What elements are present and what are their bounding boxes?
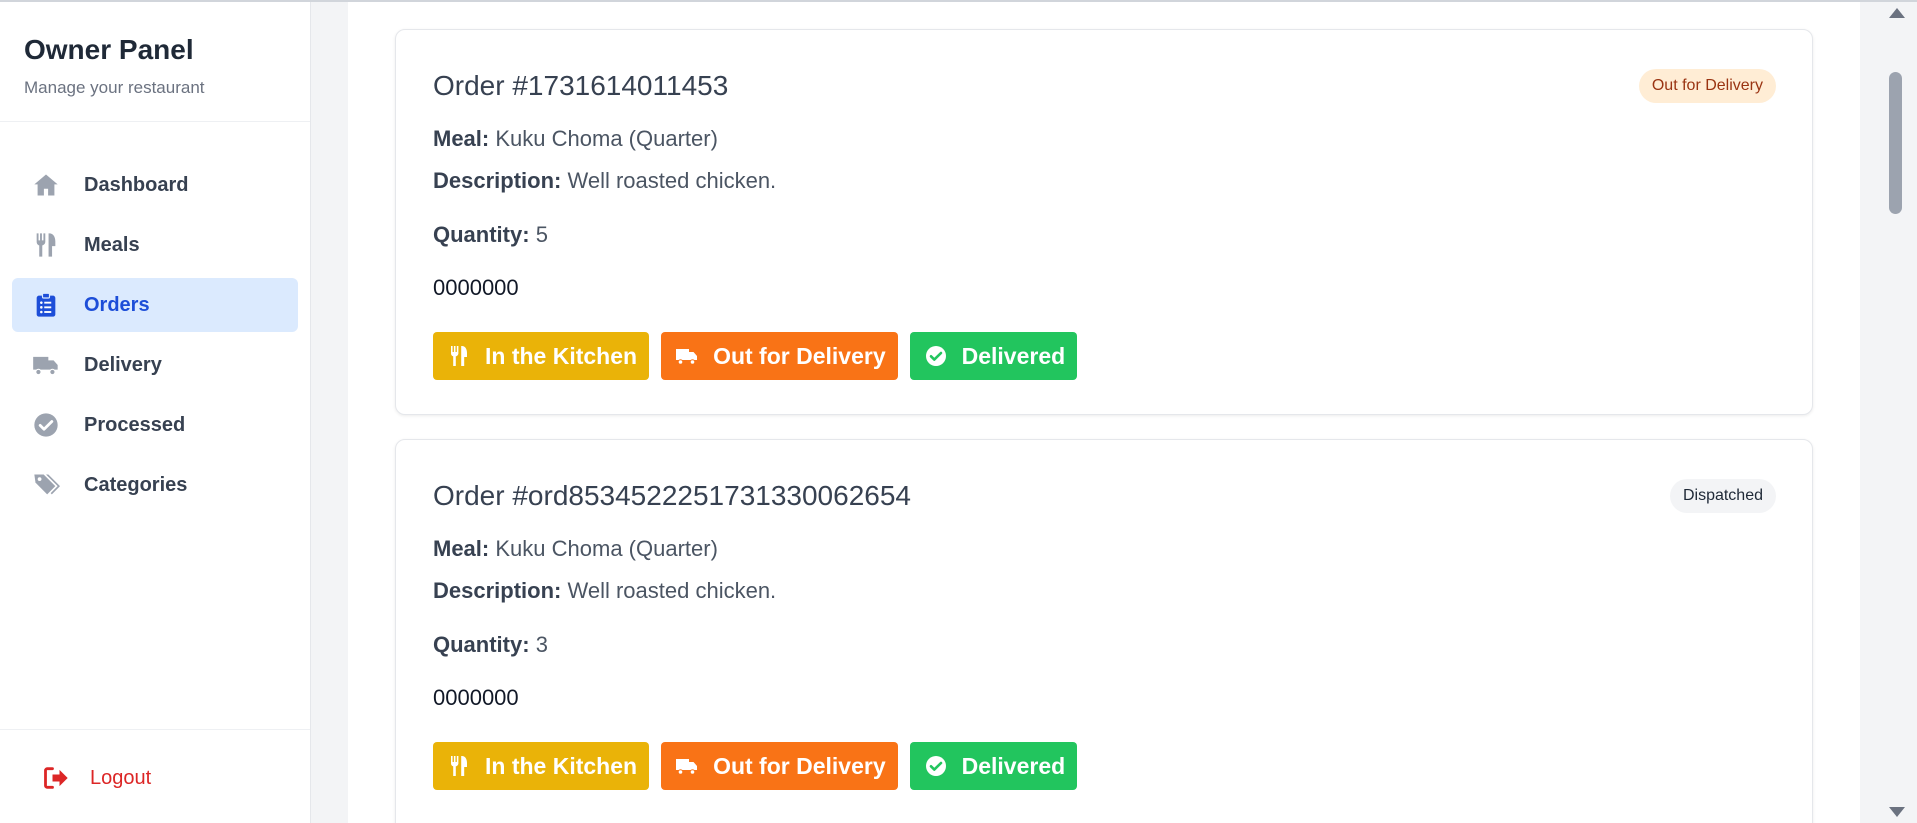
truck-icon xyxy=(30,349,62,381)
scrollbar-thumb[interactable] xyxy=(1889,72,1902,214)
meal-label: Meal: xyxy=(433,536,490,561)
order-actions: In the Kitchen Out for Delivery Delivere… xyxy=(433,742,1078,790)
utensils-icon xyxy=(451,756,467,776)
order-meal: Meal: Kuku Choma (Quarter) xyxy=(433,126,718,152)
order-phone: 0000000 xyxy=(433,275,519,300)
in-the-kitchen-button[interactable]: In the Kitchen xyxy=(433,742,650,790)
sidebar-item-dashboard[interactable]: Dashboard xyxy=(12,158,298,212)
description-label: Description: xyxy=(433,168,562,193)
truck-icon xyxy=(676,759,698,775)
panel-title: Owner Panel xyxy=(24,34,194,65)
scroll-up-arrow-icon[interactable] xyxy=(1886,6,1908,20)
sidebar-item-label: Processed xyxy=(84,413,186,436)
order-card: Order #ord8534522251731330062654 Dispatc… xyxy=(395,439,1813,823)
sidebar-item-categories[interactable]: Categories xyxy=(12,458,298,512)
button-label: Out for Delivery xyxy=(713,342,886,369)
logout-button[interactable]: Logout xyxy=(40,762,151,794)
order-quantity: Quantity: 3 xyxy=(433,632,548,658)
in-the-kitchen-button[interactable]: In the Kitchen xyxy=(433,332,650,380)
button-label: Delivered xyxy=(961,342,1066,369)
panel-subtitle: Manage your restaurant xyxy=(24,78,205,97)
button-label: Out for Delivery xyxy=(713,752,886,779)
meal-value: Kuku Choma (Quarter) xyxy=(495,536,718,561)
sidebar-item-meals[interactable]: Meals xyxy=(12,218,298,272)
out-for-delivery-button[interactable]: Out for Delivery xyxy=(661,332,898,380)
description-value: Well roasted chicken. xyxy=(567,168,777,193)
order-card: Order #1731614011453 Out for Delivery Me… xyxy=(395,29,1813,415)
sidebar: Owner Panel Manage your restaurant Dashb… xyxy=(0,2,311,823)
button-label: Delivered xyxy=(961,752,1066,779)
orders-main: Order #1731614011453 Out for Delivery Me… xyxy=(312,2,1878,823)
sidebar-nav: Dashboard Meals Orders Delivery Processe… xyxy=(0,122,310,512)
home-icon xyxy=(30,169,62,201)
delivered-button[interactable]: Delivered xyxy=(909,332,1078,380)
sidebar-item-label: Meals xyxy=(84,233,140,256)
sidebar-item-orders[interactable]: Orders xyxy=(12,278,298,332)
utensils-icon xyxy=(30,229,62,261)
order-title: Order #1731614011453 xyxy=(433,70,729,101)
button-label: In the Kitchen xyxy=(485,752,638,779)
vertical-scrollbar[interactable] xyxy=(1878,2,1917,823)
check-circle-icon xyxy=(925,756,946,776)
logout-label: Logout xyxy=(90,766,152,789)
status-badge: Dispatched xyxy=(1669,479,1776,513)
order-quantity: Quantity: 5 xyxy=(433,222,548,248)
sidebar-footer: Logout xyxy=(0,729,310,823)
sidebar-item-delivery[interactable]: Delivery xyxy=(12,338,298,392)
check-circle-icon xyxy=(925,346,946,366)
sidebar-item-label: Categories xyxy=(84,473,188,496)
sidebar-brand: Owner Panel Manage your restaurant xyxy=(0,2,310,122)
utensils-icon xyxy=(451,346,467,366)
tags-icon xyxy=(30,469,62,501)
meal-value: Kuku Choma (Quarter) xyxy=(495,126,718,151)
quantity-label: Quantity: xyxy=(433,632,530,657)
quantity-value: 3 xyxy=(535,632,548,657)
order-actions: In the Kitchen Out for Delivery Delivere… xyxy=(433,332,1078,380)
sidebar-item-processed[interactable]: Processed xyxy=(12,398,298,452)
scroll-down-arrow-icon[interactable] xyxy=(1886,805,1908,819)
sign-out-icon xyxy=(40,762,72,794)
description-value: Well roasted chicken. xyxy=(567,578,777,603)
clipboard-list-icon xyxy=(30,289,62,321)
delivered-button[interactable]: Delivered xyxy=(909,742,1078,790)
truck-icon xyxy=(676,349,698,365)
meal-label: Meal: xyxy=(433,126,490,151)
order-phone: 0000000 xyxy=(433,685,519,710)
sidebar-item-label: Dashboard xyxy=(84,173,189,196)
sidebar-item-label: Orders xyxy=(84,293,150,316)
out-for-delivery-button[interactable]: Out for Delivery xyxy=(661,742,898,790)
order-title: Order #ord8534522251731330062654 xyxy=(433,480,911,511)
check-circle-icon xyxy=(30,409,62,441)
quantity-label: Quantity: xyxy=(433,222,530,247)
order-description: Description: Well roasted chicken. xyxy=(433,578,776,604)
description-label: Description: xyxy=(433,578,562,603)
order-meal: Meal: Kuku Choma (Quarter) xyxy=(433,536,718,562)
order-description: Description: Well roasted chicken. xyxy=(433,168,776,194)
status-badge: Out for Delivery xyxy=(1638,69,1776,103)
button-label: In the Kitchen xyxy=(485,342,638,369)
sidebar-item-label: Delivery xyxy=(84,353,162,376)
quantity-value: 5 xyxy=(535,222,548,247)
